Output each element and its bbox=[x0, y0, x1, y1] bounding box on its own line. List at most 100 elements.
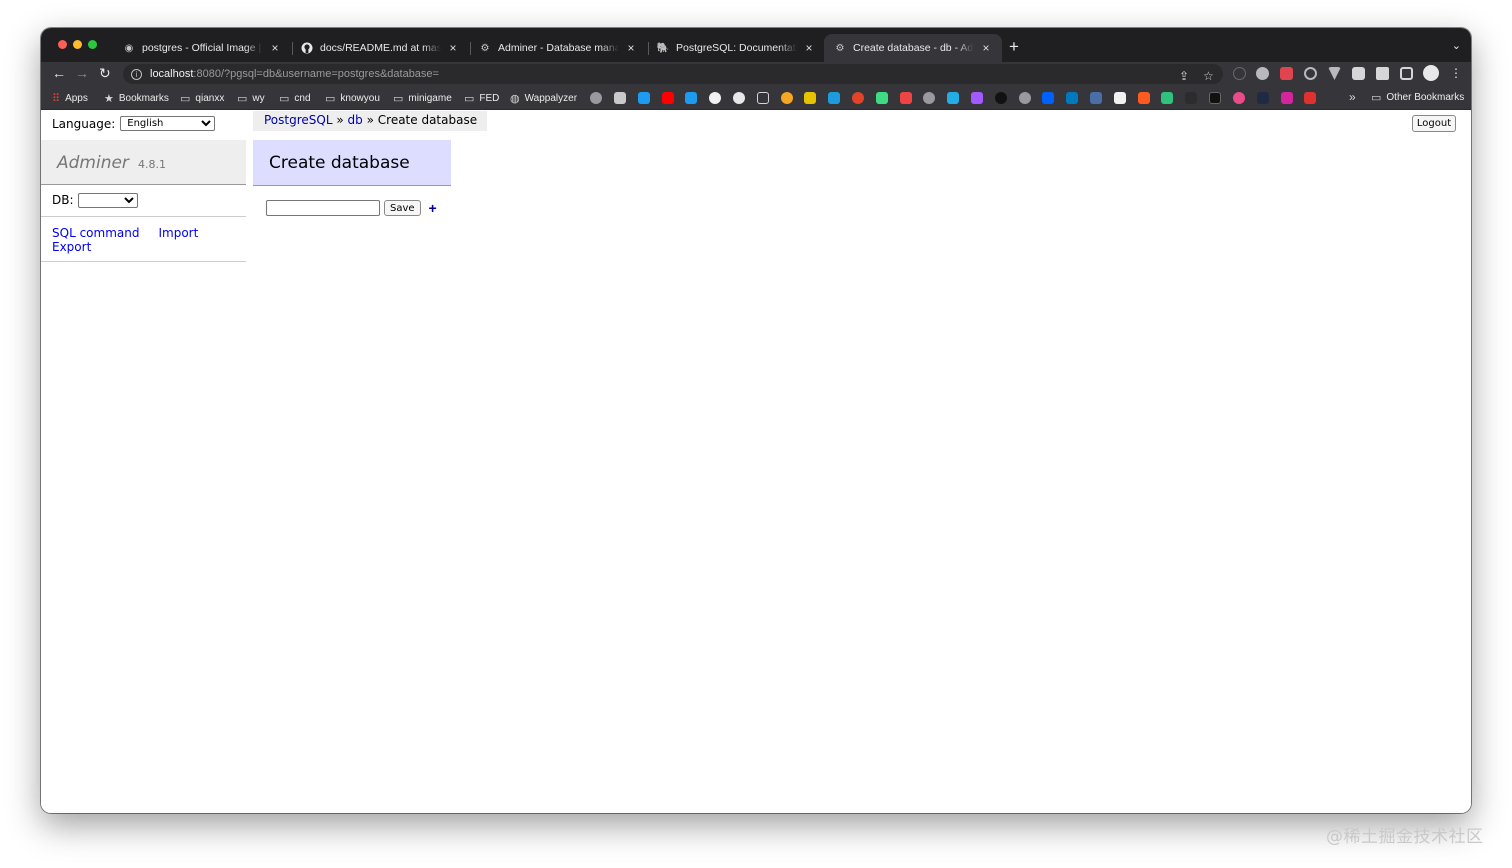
db-select[interactable] bbox=[77, 193, 138, 208]
globe-icon[interactable] bbox=[1019, 92, 1031, 104]
bookmark-folder[interactable]: ▭ FED bbox=[464, 91, 499, 105]
bookmark-folder[interactable]: ▭ minigame bbox=[393, 91, 452, 105]
back-arrow-icon[interactable]: ← bbox=[52, 65, 66, 81]
breadcrumb-separator: » bbox=[366, 113, 374, 127]
extension-icon[interactable] bbox=[1352, 67, 1365, 80]
save-button[interactable]: Save bbox=[384, 200, 421, 216]
maximize-window-button[interactable] bbox=[88, 40, 97, 49]
folder-icon: ▭ bbox=[237, 92, 248, 105]
breadcrumb-db-link[interactable]: db bbox=[348, 113, 363, 127]
tab-create-database[interactable]: ⚙ Create database - db - Adminer × bbox=[824, 34, 1002, 62]
extension-icon[interactable] bbox=[900, 92, 912, 104]
bookmarks-overflow-icon[interactable]: » bbox=[1349, 90, 1356, 104]
bookmark-folder[interactable]: ▭ wy bbox=[237, 91, 265, 105]
extension-icon[interactable] bbox=[781, 92, 793, 104]
close-icon[interactable]: × bbox=[803, 41, 815, 55]
globe-icon[interactable] bbox=[923, 92, 935, 104]
twitter-icon[interactable] bbox=[685, 92, 697, 104]
postgresql-icon: 🐘 bbox=[656, 42, 670, 54]
side-panel-icon[interactable] bbox=[1400, 67, 1413, 80]
close-icon[interactable]: × bbox=[269, 41, 281, 55]
extension-icon[interactable] bbox=[876, 92, 888, 104]
extension-icon[interactable] bbox=[1185, 92, 1197, 104]
extension-icon[interactable] bbox=[1209, 92, 1221, 104]
language-select[interactable]: English bbox=[120, 116, 216, 131]
bookmark-other[interactable]: ▭ Other Bookmarks bbox=[1371, 91, 1464, 104]
logout-button[interactable]: Logout bbox=[1412, 115, 1456, 132]
bookmark-folder[interactable]: ▭ knowyou bbox=[325, 91, 380, 105]
share-icon[interactable]: ⇪ bbox=[1179, 69, 1189, 83]
flipboard-icon[interactable] bbox=[1304, 92, 1316, 104]
twitter-icon[interactable] bbox=[638, 92, 650, 104]
extension-icon[interactable] bbox=[852, 92, 864, 104]
bookmark-apps[interactable]: ⠿ Apps bbox=[52, 91, 88, 105]
extension-icon[interactable] bbox=[1090, 92, 1102, 104]
vite-icon[interactable] bbox=[614, 92, 626, 104]
db-selector: DB: bbox=[41, 185, 246, 217]
bookmark-wappalyzer[interactable]: ◍ Wappalyzer bbox=[510, 91, 577, 105]
extension-icon[interactable] bbox=[1233, 67, 1246, 80]
browser-toolbar: ← → ↻ i localhost :8080/?pgsql=db&userna… bbox=[41, 62, 1471, 86]
close-window-button[interactable] bbox=[58, 40, 67, 49]
extension-icon[interactable] bbox=[1304, 67, 1317, 80]
breadcrumb-postgresql-link[interactable]: PostgreSQL bbox=[264, 113, 333, 127]
tumblr-icon[interactable] bbox=[1257, 92, 1269, 104]
instagram-icon[interactable] bbox=[1281, 92, 1293, 104]
forward-arrow-icon[interactable]: → bbox=[75, 65, 89, 81]
adminer-icon: ⚙ bbox=[480, 42, 490, 54]
url-host: localhost bbox=[150, 68, 194, 80]
bookmark-folder[interactable]: ▭ qianxx bbox=[180, 91, 224, 105]
db-label: DB: bbox=[52, 193, 74, 207]
reload-icon[interactable]: ↻ bbox=[99, 65, 111, 82]
globe-icon[interactable] bbox=[590, 92, 602, 104]
folder-icon: ▭ bbox=[180, 92, 191, 105]
menu-kebab-icon[interactable]: ⋮ bbox=[1450, 66, 1462, 80]
bookmark-bookmarks[interactable]: ★ Bookmarks bbox=[104, 91, 169, 105]
bilibili-icon[interactable] bbox=[947, 92, 959, 104]
close-icon[interactable]: × bbox=[980, 41, 992, 55]
google-icon[interactable] bbox=[709, 92, 721, 104]
import-link[interactable]: Import bbox=[158, 226, 198, 240]
tab-adminer-home[interactable]: ⚙ Adminer - Database management in a sin… bbox=[469, 34, 647, 62]
figma-icon[interactable] bbox=[971, 92, 983, 104]
tab-docker-postgres[interactable]: ◉ postgres - Official Image | Docker Hub… bbox=[113, 34, 291, 62]
pocket-icon[interactable] bbox=[1280, 67, 1293, 80]
extension-icon[interactable] bbox=[1138, 92, 1150, 104]
tab-search-chevron-icon[interactable]: ⌄ bbox=[1452, 39, 1461, 52]
new-tab-button[interactable]: + bbox=[1009, 37, 1019, 57]
address-bar[interactable]: i localhost :8080/?pgsql=db&username=pos… bbox=[123, 64, 1223, 84]
vimeo-icon[interactable] bbox=[828, 92, 840, 104]
breadcrumb-separator: » bbox=[336, 113, 344, 127]
database-name-input[interactable] bbox=[266, 200, 380, 216]
export-link[interactable]: Export bbox=[52, 240, 91, 254]
avatar[interactable] bbox=[1423, 65, 1439, 81]
dropbox-icon[interactable] bbox=[1042, 92, 1054, 104]
tab-title: docs/README.md at master · docker-librar… bbox=[320, 42, 441, 54]
trello-icon[interactable] bbox=[1066, 92, 1078, 104]
version-number[interactable]: 4.8.1 bbox=[138, 158, 166, 171]
bookmark-folder[interactable]: ▭ cnd bbox=[279, 91, 311, 105]
tab-github-readme[interactable]: docs/README.md at master · docker-librar… bbox=[291, 34, 469, 62]
star-icon[interactable]: ☆ bbox=[1203, 69, 1214, 83]
close-icon[interactable]: × bbox=[625, 41, 637, 55]
extension-icon[interactable] bbox=[995, 92, 1007, 104]
extension-icon[interactable] bbox=[1256, 67, 1269, 80]
github-icon[interactable] bbox=[733, 92, 745, 104]
notion-icon[interactable] bbox=[757, 92, 769, 104]
youtube-icon[interactable] bbox=[662, 92, 674, 104]
add-collation-button[interactable]: + bbox=[426, 201, 440, 215]
extension-icon[interactable] bbox=[1161, 92, 1173, 104]
adminer-logo[interactable]: Adminer bbox=[57, 153, 129, 173]
close-icon[interactable]: × bbox=[447, 41, 459, 55]
sql-command-link[interactable]: SQL command bbox=[52, 226, 139, 240]
extension-icon[interactable] bbox=[1114, 92, 1126, 104]
dribbble-icon[interactable] bbox=[1233, 92, 1245, 104]
sidebar-menu: Adminer 4.8.1 DB: SQL command Import Exp… bbox=[41, 140, 246, 262]
puzzle-icon[interactable] bbox=[1376, 67, 1389, 80]
vue-devtools-icon[interactable] bbox=[1328, 67, 1341, 80]
minimize-window-button[interactable] bbox=[73, 40, 82, 49]
tab-postgresql-docs[interactable]: 🐘 PostgreSQL: Documentation: 14 × bbox=[647, 34, 825, 62]
imdb-icon[interactable] bbox=[804, 92, 816, 104]
site-info-icon[interactable]: i bbox=[131, 68, 142, 80]
bookmark-label: Apps bbox=[65, 92, 88, 104]
